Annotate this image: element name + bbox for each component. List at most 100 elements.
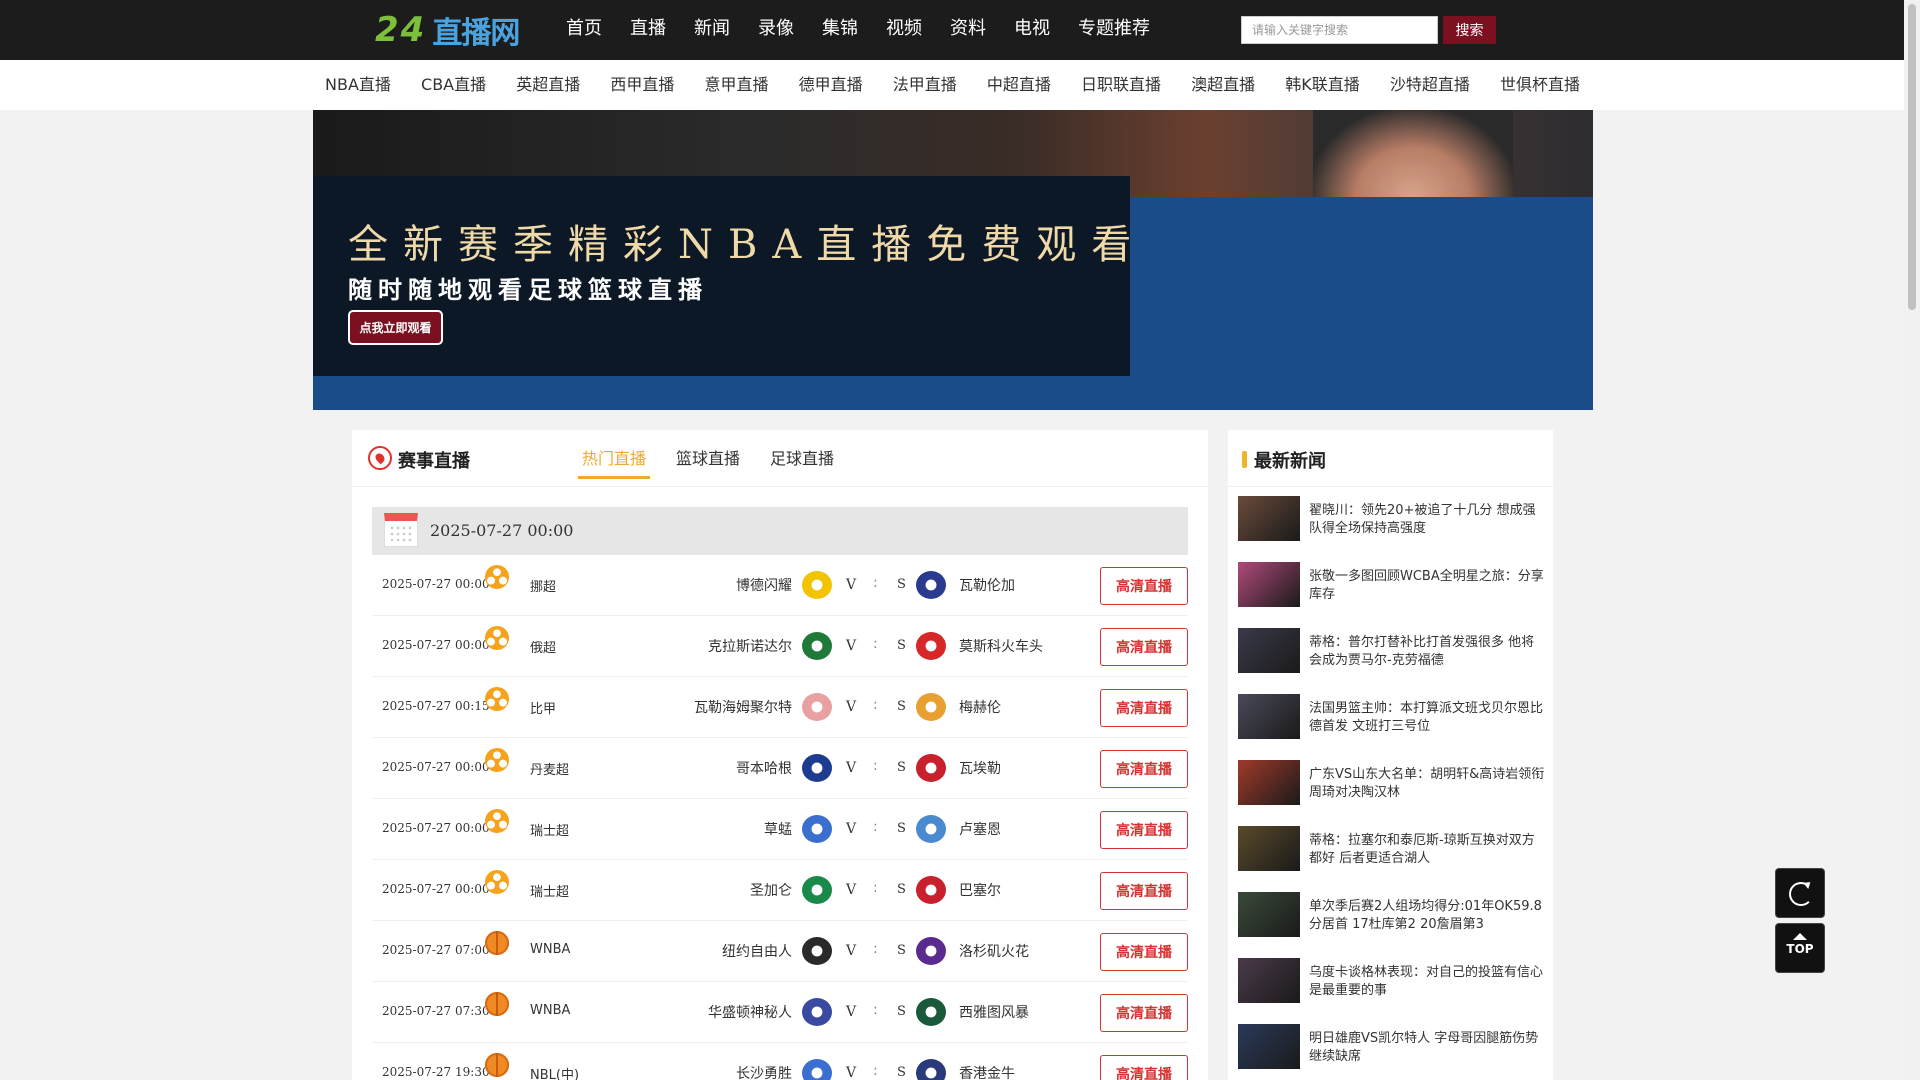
news-headline[interactable]: 蒂格：拉塞尔和泰厄斯-琼斯互换对双方都好 后者更适合湖人 [1309, 832, 1545, 868]
news-thumbnail[interactable] [1238, 958, 1300, 1003]
away-team-name[interactable]: 洛杉矶火花 [959, 941, 1029, 961]
match-league[interactable]: 比甲 [530, 698, 556, 717]
news-thumbnail[interactable] [1238, 892, 1300, 937]
news-headline[interactable]: 乌度卡谈格林表现：对自己的投篮有信心是最重要的事 [1309, 964, 1545, 1000]
match-league[interactable]: WNBA [530, 942, 570, 957]
league-link[interactable]: 西甲直播 [597, 60, 687, 110]
league-link[interactable]: CBA直播 [408, 60, 499, 110]
home-team-name[interactable]: 博德闪耀 [736, 575, 792, 595]
match-tab[interactable]: 热门直播 [578, 430, 651, 487]
league-link[interactable]: 日职联直播 [1068, 60, 1174, 110]
away-team-logo[interactable] [916, 876, 946, 904]
home-team-logo[interactable] [802, 998, 832, 1026]
site-logo[interactable]: 24 直播网 [375, 10, 520, 51]
hd-live-button[interactable]: 高清直播 [1100, 811, 1188, 849]
news-item[interactable]: 蒂格：普尔打替补比打首发强很多 他将会成为贾马尔-克劳福德 [1228, 628, 1553, 694]
home-team-name[interactable]: 克拉斯诺达尔 [708, 636, 792, 656]
nav-link[interactable]: 电视 [1000, 0, 1064, 60]
league-link[interactable]: 世俱杯直播 [1487, 60, 1593, 110]
league-link[interactable]: 德甲直播 [786, 60, 876, 110]
match-league[interactable]: WNBA [530, 1003, 570, 1018]
home-team-logo[interactable] [802, 632, 832, 660]
news-item[interactable]: 张敬一多图回顾WCBA全明星之旅：分享库存 [1228, 562, 1553, 628]
nav-link[interactable]: 资料 [936, 0, 1000, 60]
news-item[interactable]: 单次季后赛2人组场均得分:01年OK59.8分居首 17杜库第2 20詹眉第3 [1228, 892, 1553, 958]
away-team-logo[interactable] [916, 571, 946, 599]
league-link[interactable]: 英超直播 [503, 60, 593, 110]
hd-live-button[interactable]: 高清直播 [1100, 628, 1188, 666]
league-link[interactable]: NBA直播 [312, 60, 404, 110]
away-team-name[interactable]: 西雅图风暴 [959, 1002, 1029, 1022]
news-headline[interactable]: 明日雄鹿VS凯尔特人 字母哥因腿筋伤势继续缺席 [1309, 1030, 1545, 1066]
league-link[interactable]: 中超直播 [974, 60, 1064, 110]
refresh-icon[interactable] [1775, 868, 1825, 918]
home-team-name[interactable]: 纽约自由人 [722, 941, 792, 961]
nav-link[interactable]: 录像 [744, 0, 808, 60]
away-team-name[interactable]: 瓦勒伦加 [959, 575, 1015, 595]
scrollbar[interactable] [1904, 0, 1920, 1080]
home-team-logo[interactable] [802, 815, 832, 843]
news-headline[interactable]: 单次季后赛2人组场均得分:01年OK59.8分居首 17杜库第2 20詹眉第3 [1309, 898, 1545, 934]
news-thumbnail[interactable] [1238, 628, 1300, 673]
hd-live-button[interactable]: 高清直播 [1100, 933, 1188, 971]
news-headline[interactable]: 张敬一多图回顾WCBA全明星之旅：分享库存 [1309, 568, 1545, 604]
news-thumbnail[interactable] [1238, 562, 1300, 607]
away-team-logo[interactable] [916, 815, 946, 843]
nav-link[interactable]: 新闻 [680, 0, 744, 60]
away-team-name[interactable]: 梅赫伦 [959, 697, 1001, 717]
news-headline[interactable]: 翟晓川：领先20+被追了十几分 想成强队得全场保持高强度 [1309, 502, 1545, 538]
away-team-logo[interactable] [916, 693, 946, 721]
news-thumbnail[interactable] [1238, 1024, 1300, 1069]
hd-live-button[interactable]: 高清直播 [1100, 750, 1188, 788]
away-team-name[interactable]: 卢塞恩 [959, 819, 1001, 839]
home-team-name[interactable]: 长沙勇胜 [736, 1063, 792, 1080]
hd-live-button[interactable]: 高清直播 [1100, 567, 1188, 605]
news-headline[interactable]: 法国男篮主帅：本打算派文班戈贝尔恩比德首发 文班打三号位 [1309, 700, 1545, 736]
news-item[interactable]: 蒂格：拉塞尔和泰厄斯-琼斯互换对双方都好 后者更适合湖人 [1228, 826, 1553, 892]
home-team-name[interactable]: 圣加仑 [750, 880, 792, 900]
watch-now-button[interactable]: 点我立即观看 [348, 310, 443, 345]
match-league[interactable]: 俄超 [530, 637, 556, 656]
match-league[interactable]: 瑞士超 [530, 820, 569, 839]
match-league[interactable]: NBL(中) [530, 1064, 579, 1080]
home-team-name[interactable]: 草蜢 [764, 819, 792, 839]
home-team-logo[interactable] [802, 571, 832, 599]
away-team-name[interactable]: 香港金牛 [959, 1063, 1015, 1080]
match-tab[interactable]: 足球直播 [766, 430, 838, 487]
news-item[interactable]: 明日雄鹿VS凯尔特人 字母哥因腿筋伤势继续缺席 [1228, 1024, 1553, 1080]
home-team-logo[interactable] [802, 1059, 832, 1080]
hd-live-button[interactable]: 高清直播 [1100, 994, 1188, 1032]
hd-live-button[interactable]: 高清直播 [1100, 872, 1188, 910]
news-headline[interactable]: 蒂格：普尔打替补比打首发强很多 他将会成为贾马尔-克劳福德 [1309, 634, 1545, 670]
league-link[interactable]: 法甲直播 [880, 60, 970, 110]
nav-link[interactable]: 视频 [872, 0, 936, 60]
search-input[interactable] [1241, 16, 1438, 44]
nav-link[interactable]: 首页 [552, 0, 616, 60]
league-link[interactable]: 澳超直播 [1178, 60, 1268, 110]
away-team-name[interactable]: 瓦埃勒 [959, 758, 1001, 778]
news-item[interactable]: 翟晓川：领先20+被追了十几分 想成强队得全场保持高强度 [1228, 496, 1553, 562]
hd-live-button[interactable]: 高清直播 [1100, 1055, 1188, 1080]
hd-live-button[interactable]: 高清直播 [1100, 689, 1188, 727]
home-team-logo[interactable] [802, 876, 832, 904]
news-thumbnail[interactable] [1238, 760, 1300, 805]
away-team-logo[interactable] [916, 998, 946, 1026]
nav-link[interactable]: 专题推荐 [1064, 0, 1164, 60]
away-team-name[interactable]: 巴塞尔 [959, 880, 1001, 900]
away-team-logo[interactable] [916, 937, 946, 965]
news-item[interactable]: 法国男篮主帅：本打算派文班戈贝尔恩比德首发 文班打三号位 [1228, 694, 1553, 760]
away-team-logo[interactable] [916, 754, 946, 782]
nav-link[interactable]: 集锦 [808, 0, 872, 60]
back-to-top-button[interactable]: TOP [1775, 923, 1825, 973]
news-thumbnail[interactable] [1238, 496, 1300, 541]
match-league[interactable]: 丹麦超 [530, 759, 569, 778]
scrollbar-thumb[interactable] [1908, 4, 1916, 310]
home-team-name[interactable]: 华盛顿神秘人 [708, 1002, 792, 1022]
away-team-name[interactable]: 莫斯科火车头 [959, 636, 1043, 656]
league-link[interactable]: 意甲直播 [691, 60, 781, 110]
away-team-logo[interactable] [916, 632, 946, 660]
home-team-name[interactable]: 哥本哈根 [736, 758, 792, 778]
news-thumbnail[interactable] [1238, 826, 1300, 871]
search-button[interactable]: 搜索 [1443, 16, 1496, 44]
league-link[interactable]: 韩K联直播 [1272, 60, 1373, 110]
